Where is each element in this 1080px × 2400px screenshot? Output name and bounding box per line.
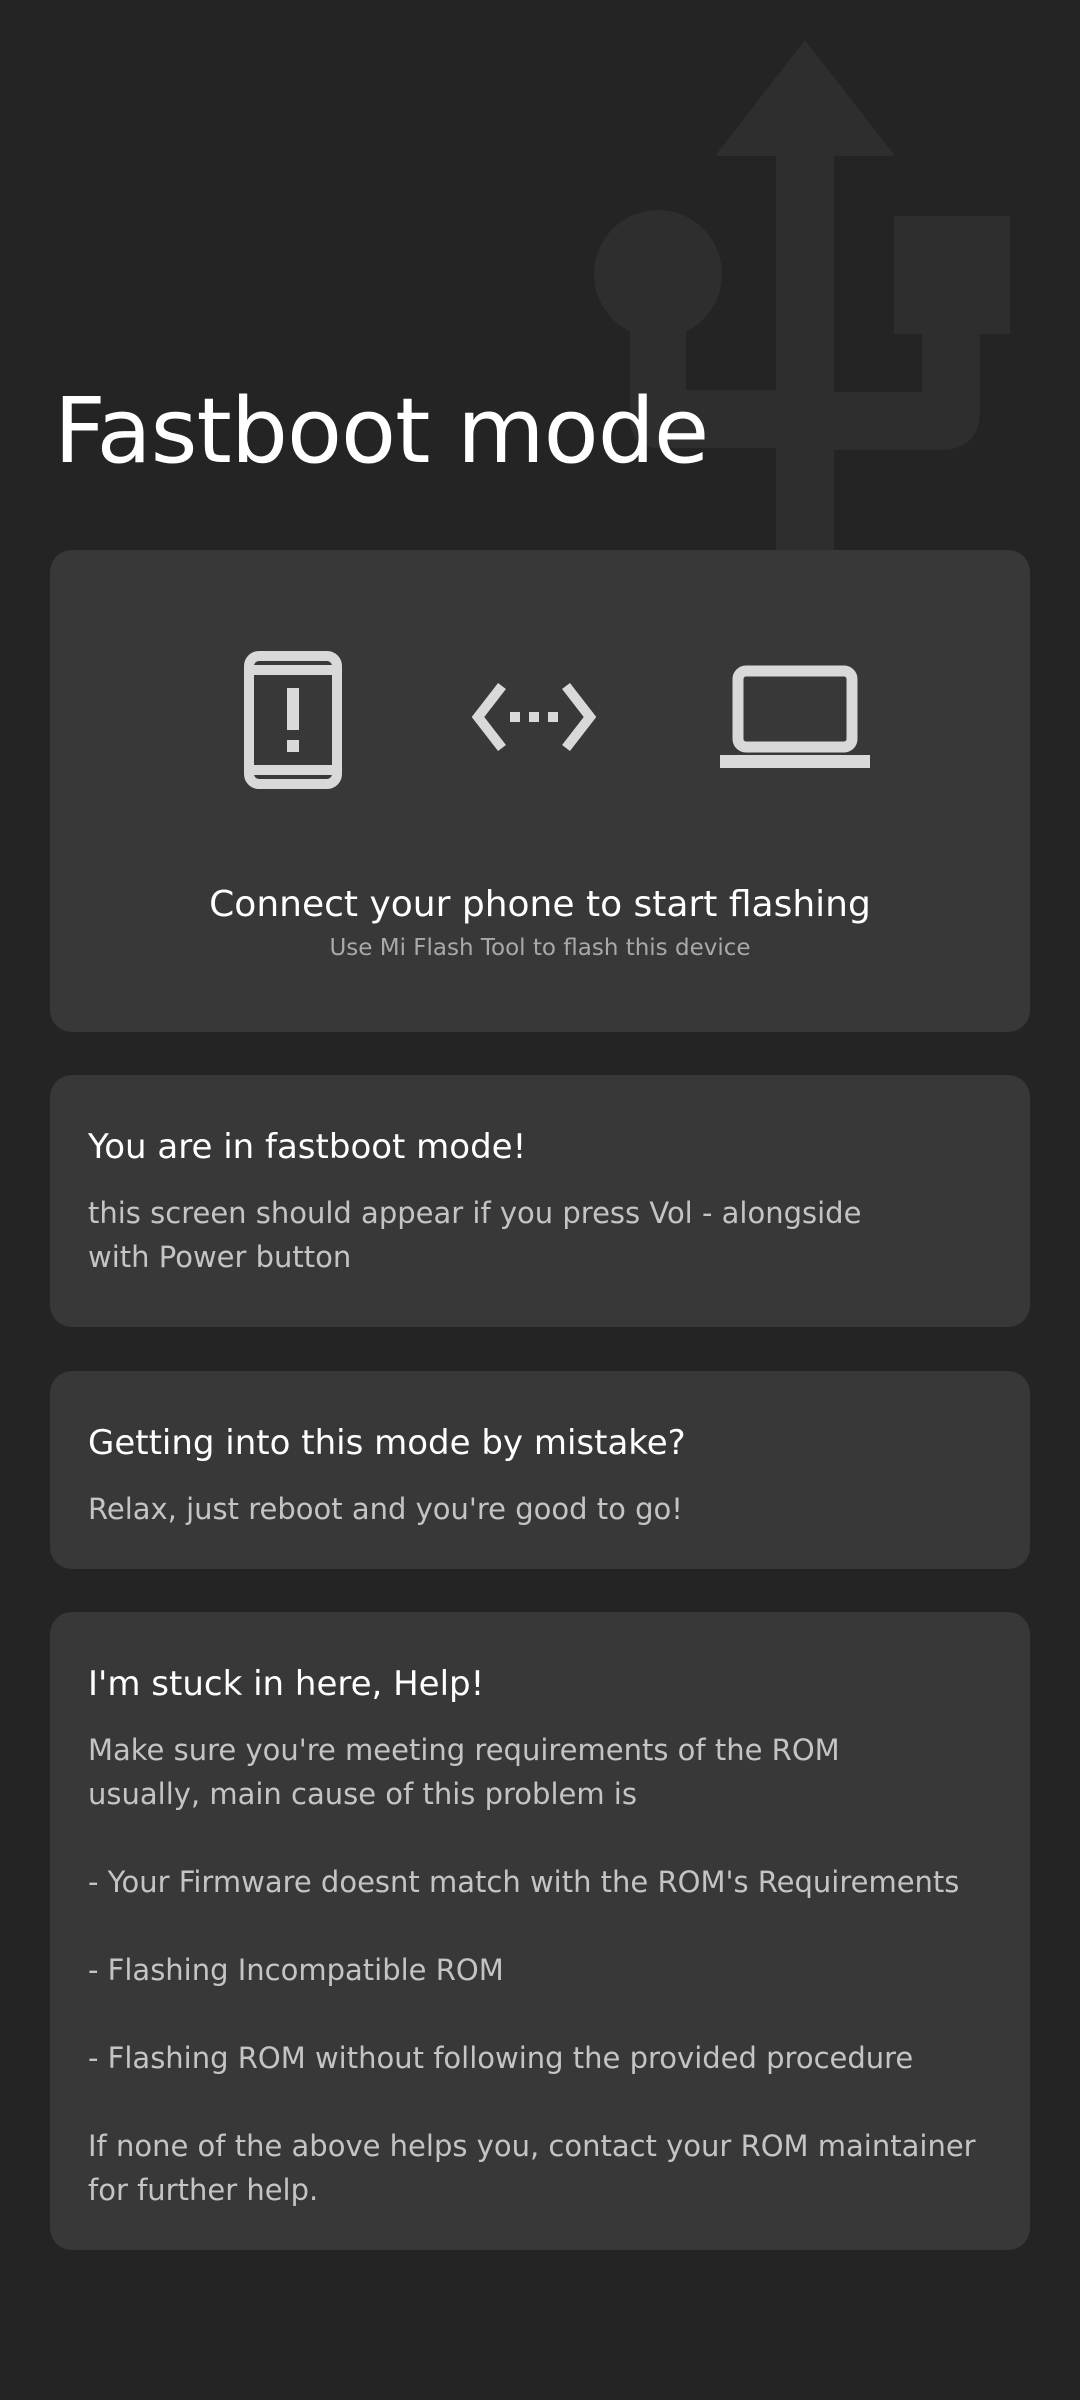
stuck-body: Make sure you're meeting requirements of…	[88, 1733, 976, 2207]
stuck-help-card: I'm stuck in here, Help! Make sure you'r…	[50, 1612, 1030, 2250]
connect-subtitle: Use Mi Flash Tool to flash this device	[329, 935, 751, 961]
mistake-heading: Getting into this mode by mistake?	[88, 1423, 686, 1463]
connect-card: Connect your phone to start flashing Use…	[50, 550, 1030, 1032]
mistake-body: Relax, just reboot and you're good to go…	[88, 1492, 683, 1526]
connect-title: Connect your phone to start flashing	[209, 884, 871, 925]
info-heading: You are in fastboot mode!	[88, 1127, 527, 1167]
stuck-heading: I'm stuck in here, Help!	[88, 1664, 485, 1704]
fastboot-info-card: You are in fastboot mode! this screen sh…	[50, 1075, 1030, 1327]
page-title: Fastboot mode	[54, 379, 709, 484]
info-body: this screen should appear if you press V…	[88, 1196, 862, 1274]
transfer-arrows-icon	[472, 682, 596, 752]
mistake-card: Getting into this mode by mistake? Relax…	[50, 1371, 1030, 1569]
phone-alert-icon	[244, 651, 342, 789]
laptop-icon	[720, 665, 870, 768]
